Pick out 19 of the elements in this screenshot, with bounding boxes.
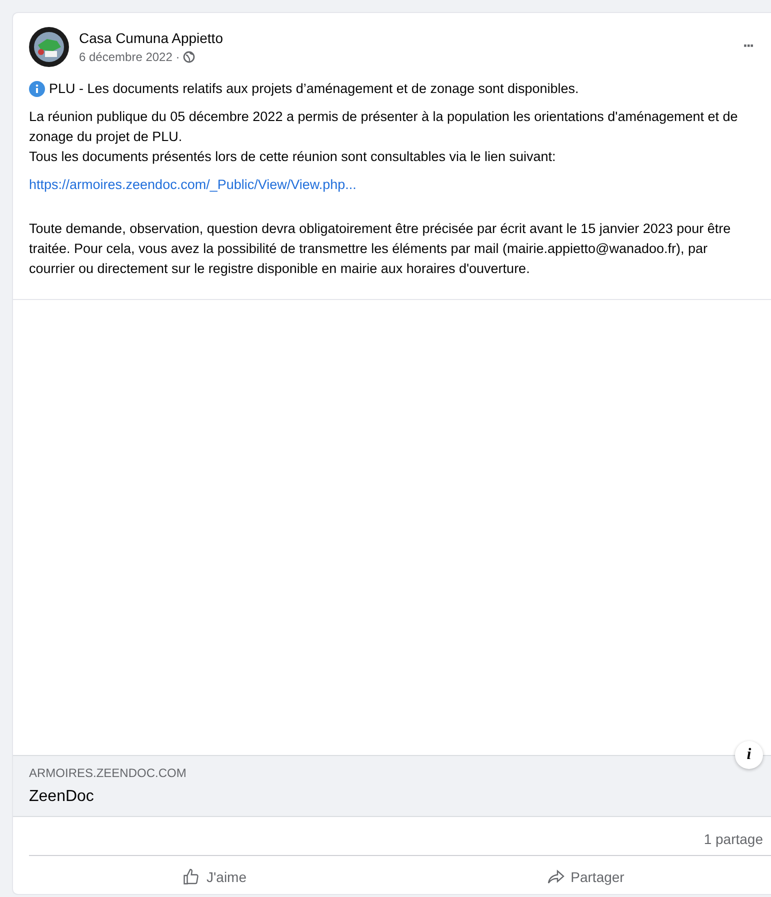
share-arrow-icon xyxy=(546,868,565,886)
link-title: ZeenDoc xyxy=(29,788,95,806)
share-button[interactable]: Partager xyxy=(400,860,771,894)
link-domain: ARMOIRES.ZEENDOC.COM xyxy=(29,766,188,780)
author-name[interactable]: Casa Cumuna Appietto xyxy=(79,30,734,46)
avatar-logo-icon[interactable] xyxy=(29,27,69,67)
globe-icon xyxy=(182,51,195,63)
post-link[interactable]: https://armoires.zeendoc.com/_Public/View/View.php... xyxy=(29,175,755,195)
share-count[interactable]: 1 partage xyxy=(704,831,763,847)
info-icon xyxy=(29,81,45,97)
post-text: Tous les documents présentés lors de cette réunion sont consultables via le lien suivant: xyxy=(29,148,557,166)
like-button[interactable]: J'aime xyxy=(29,860,400,894)
more-options-button[interactable]: ··· xyxy=(743,38,753,56)
post-text: Toute demande, observation, question devra obligatoirement être précisée par écrit avant le 15 janvier 2023 pour être traitée. Pour cela, vous avez la possibilité de transmettre les éléments par mail (mairie.appietto@wanadoo.fr), par courrier ou directement sur le registre disponible en mairie aux horaires d'ouverture. xyxy=(29,220,732,278)
thumbs-up-icon xyxy=(182,868,200,886)
info-button[interactable]: i xyxy=(735,741,763,769)
post-date[interactable]: 6 décembre 2022 · xyxy=(79,50,180,64)
post-headline: PLU - Les documents relatifs aux projets d’aménagement et de zonage sont disponibles. xyxy=(49,80,579,98)
post-text: La réunion publique du 05 décembre 2022 a permis de présenter à la population les orientations d'aménagement et de zonage du projet de PLU. xyxy=(29,108,739,146)
